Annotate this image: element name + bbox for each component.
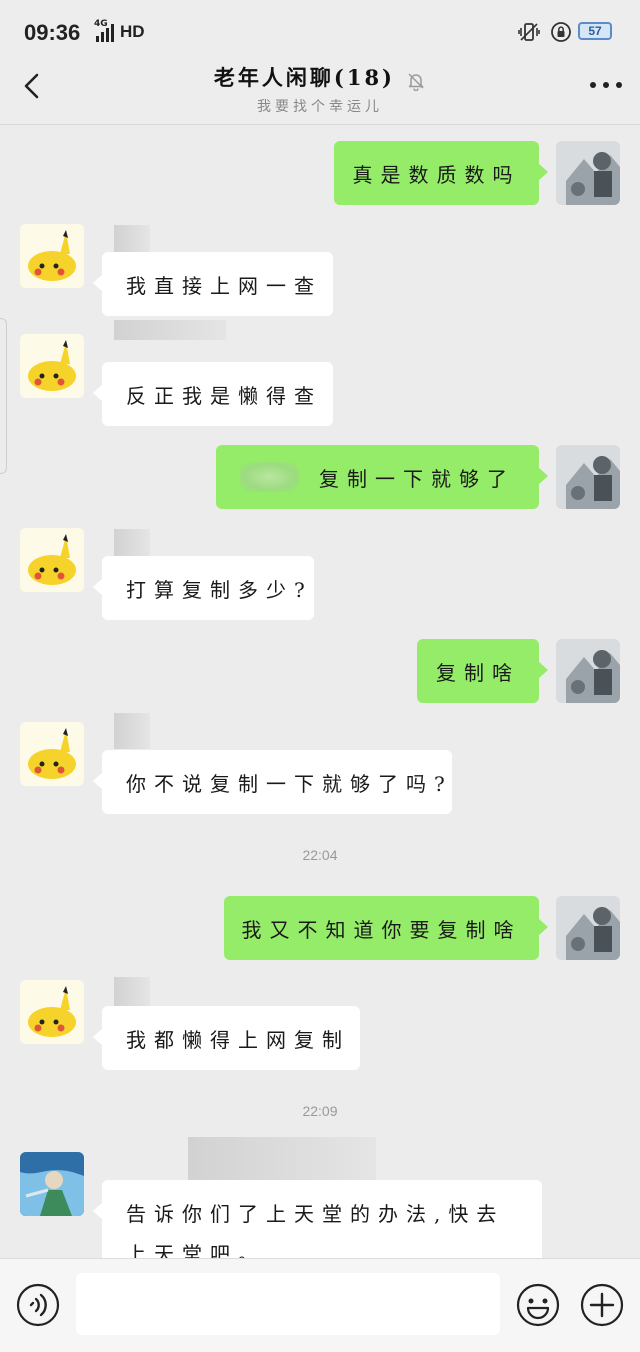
battery-icon: 57 (578, 22, 612, 40)
sender-name (188, 1137, 376, 1185)
plus-icon[interactable] (580, 1283, 624, 1327)
message-bubble-incoming[interactable]: 你不说复制一下就够了吗? (93, 750, 452, 814)
sender-avatar[interactable] (20, 980, 84, 1044)
sender-avatar[interactable] (20, 334, 84, 398)
my-avatar[interactable] (556, 639, 620, 703)
message-text: 复制一下就够了 (319, 466, 515, 491)
sender-avatar[interactable] (20, 528, 84, 592)
message-bubble-outgoing[interactable]: 我又不知道你要复制啥 (224, 896, 548, 960)
message-bubble-incoming[interactable]: 我都懒得上网复制 (93, 1006, 360, 1070)
bell-muted-icon (408, 72, 424, 91)
chat-messages[interactable]: 真是数质数吗 我直接上网一查 反正我是懒得查 复制一下就够了 打算复制多少? 复… (0, 125, 640, 1258)
message-timestamp: 22:04 (302, 847, 338, 863)
message-input[interactable] (76, 1273, 500, 1335)
hd-indicator: HD (120, 22, 145, 41)
my-avatar[interactable] (556, 896, 620, 960)
emoji-icon[interactable] (516, 1283, 560, 1327)
message-bubble-outgoing[interactable]: 复制啥 (417, 639, 548, 703)
sender-avatar[interactable] (20, 722, 84, 786)
sender-name (114, 713, 150, 749)
lock-rotation-icon (551, 22, 571, 42)
vibrate-icon (518, 23, 540, 41)
input-bar (0, 1258, 640, 1352)
message-timestamp: 22:09 (302, 1103, 338, 1119)
signal-icon: 4G (94, 19, 114, 42)
message-bubble-incoming[interactable]: 我直接上网一查 (93, 252, 333, 316)
my-avatar[interactable] (556, 445, 620, 509)
status-bar: 09:36 4G HD 57 (0, 0, 640, 60)
message-bubble-outgoing[interactable]: 真是数质数吗 (334, 141, 548, 205)
sender-avatar[interactable] (20, 224, 84, 288)
status-time: 09:36 (24, 20, 81, 45)
network-type: 4G (94, 19, 108, 29)
header-title-group: 老年人闲聊(18) 我要找个幸运儿 (0, 62, 640, 116)
redacted-text (240, 462, 299, 492)
message-bubble-incoming[interactable]: 反正我是懒得查 (93, 362, 333, 426)
message-bubble-incoming[interactable]: 告诉你们了上天堂的办法,快去上天堂吧。 (93, 1180, 542, 1258)
sender-name (114, 320, 226, 340)
sender-avatar[interactable] (20, 1152, 84, 1216)
more-dots-icon[interactable] (590, 82, 622, 90)
my-avatar[interactable] (556, 141, 620, 205)
message-bubble-outgoing[interactable]: 复制一下就够了 (216, 445, 548, 509)
chat-header: 老年人闲聊(18) 我要找个幸运儿 (0, 60, 640, 125)
chat-subtitle: 我要找个幸运儿 (257, 99, 383, 115)
voice-icon[interactable] (16, 1283, 60, 1327)
chat-title: 老年人闲聊(18) (213, 65, 395, 90)
message-bubble-incoming[interactable]: 打算复制多少? (93, 556, 314, 620)
